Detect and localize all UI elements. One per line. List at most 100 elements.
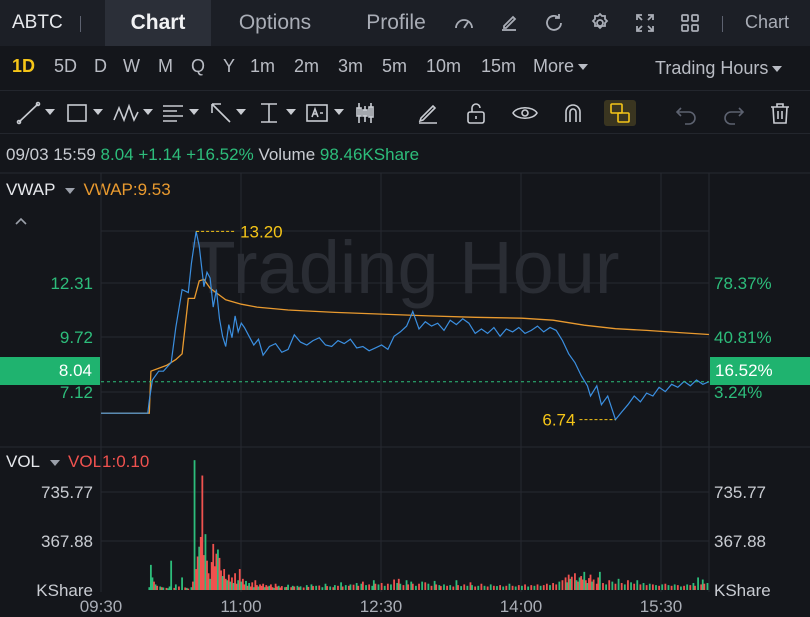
text-tool-icon[interactable] (304, 100, 330, 126)
volume-bar (285, 586, 288, 590)
volume-bar (639, 584, 642, 590)
period-15m[interactable]: 15m (481, 56, 516, 77)
chevron-down-icon[interactable] (189, 109, 199, 115)
more-periods-button[interactable]: More (533, 56, 589, 77)
tab-chart[interactable]: Chart (105, 0, 211, 46)
chevron-down-icon[interactable] (45, 109, 55, 115)
undo-icon[interactable] (673, 100, 699, 126)
trading-hours-select[interactable]: Trading Hours (655, 58, 783, 79)
period-1m[interactable]: 1m (250, 56, 275, 77)
trash-icon[interactable] (767, 100, 793, 126)
period-10m[interactable]: 10m (426, 56, 461, 77)
volume-bar (623, 584, 626, 590)
period-y[interactable]: Y (223, 56, 235, 77)
intraday-chart[interactable]: Trading Hour 13.206.74 12.319.727.1278.3… (0, 172, 810, 617)
volume-bar (153, 581, 155, 590)
volume-bar (226, 580, 229, 590)
volume-bar (569, 578, 572, 590)
volume-bar (266, 586, 269, 590)
chevron-down-icon[interactable] (334, 109, 344, 115)
volume-bar (402, 585, 405, 590)
volume-tick-right: 735.77 (714, 483, 766, 502)
volume-bar (706, 583, 709, 590)
pencil-icon[interactable] (415, 100, 441, 126)
period-1d[interactable]: 1D (12, 56, 35, 77)
chevron-down-icon[interactable] (93, 109, 103, 115)
volume-bar (218, 557, 221, 590)
trendline-tool-icon[interactable] (16, 100, 42, 126)
volume-bar (651, 584, 654, 590)
volume-bar (293, 586, 296, 590)
volume-bar (210, 562, 213, 590)
volume-bar (411, 583, 414, 590)
volume-bar (271, 587, 274, 590)
trading-hours-label: Trading Hours (655, 58, 769, 78)
volume-bar (160, 587, 163, 590)
chevron-down-icon[interactable] (236, 109, 246, 115)
volume-bar (154, 584, 157, 590)
volume-bar (383, 585, 386, 590)
period-w[interactable]: W (123, 56, 140, 77)
link-icon[interactable] (604, 100, 636, 126)
volume-bar (505, 585, 508, 590)
magnet-icon[interactable] (560, 100, 586, 126)
period-q[interactable]: Q (191, 56, 205, 77)
period-m[interactable]: M (158, 56, 173, 77)
volume-bar (658, 585, 661, 590)
volume-bar (204, 534, 207, 590)
chevron-down-icon[interactable] (286, 109, 296, 115)
volume-bar (257, 586, 260, 590)
eye-icon[interactable] (511, 100, 539, 126)
unlock-icon[interactable] (463, 100, 489, 126)
volume-bar (575, 580, 578, 590)
period-2m[interactable]: 2m (294, 56, 319, 77)
volume-bar (630, 582, 632, 590)
period-5d[interactable]: 5D (54, 56, 77, 77)
volume-bar (524, 584, 526, 590)
volume-bar (703, 583, 706, 590)
arrow-tool-icon[interactable] (208, 100, 234, 126)
volume-bar (489, 584, 492, 590)
volume-bar (536, 584, 539, 590)
volume-bar (254, 580, 257, 590)
settings-icon[interactable] (588, 11, 612, 35)
measure-tool-icon[interactable] (256, 100, 282, 126)
volume-bar (220, 570, 222, 590)
period-d[interactable]: D (94, 56, 107, 77)
gauge-icon[interactable] (452, 11, 476, 35)
tab-options[interactable]: Options (222, 0, 328, 46)
volume-bar (581, 579, 584, 590)
volume-bar (514, 586, 517, 590)
refresh-icon[interactable] (542, 11, 566, 35)
volume-bar (193, 460, 196, 590)
volume-bar (570, 576, 573, 590)
fullscreen-icon[interactable] (633, 11, 657, 35)
chart-menu[interactable]: Chart (745, 12, 789, 33)
tab-profile[interactable]: Profile (348, 0, 444, 46)
period-3m[interactable]: 3m (338, 56, 363, 77)
chevron-down-icon[interactable] (143, 109, 153, 115)
volume-bar (517, 585, 520, 590)
volume-tick-left: 735.77 (41, 483, 93, 502)
volume-bar (542, 585, 545, 590)
fibonacci-tool-icon[interactable] (160, 100, 186, 126)
volume-bar (567, 574, 570, 590)
volume-bar (344, 585, 347, 590)
rectangle-tool-icon[interactable] (64, 100, 90, 126)
candle-tool-icon[interactable] (352, 100, 378, 126)
volume-bar (246, 585, 249, 590)
redo-icon[interactable] (721, 100, 747, 126)
volume-bar (217, 549, 219, 590)
volume-bar (167, 588, 169, 590)
volume-bar (231, 577, 233, 590)
period-5m[interactable]: 5m (382, 56, 407, 77)
edit-icon[interactable] (497, 11, 521, 35)
volume-bar (199, 536, 202, 590)
volume-bar (262, 583, 265, 590)
pattern-tool-icon[interactable] (112, 100, 140, 126)
volume-bar (178, 586, 180, 590)
grid-icon[interactable] (678, 11, 702, 35)
volume-bar (492, 585, 495, 590)
volume-bar (633, 583, 636, 590)
volume-bar (680, 586, 682, 590)
